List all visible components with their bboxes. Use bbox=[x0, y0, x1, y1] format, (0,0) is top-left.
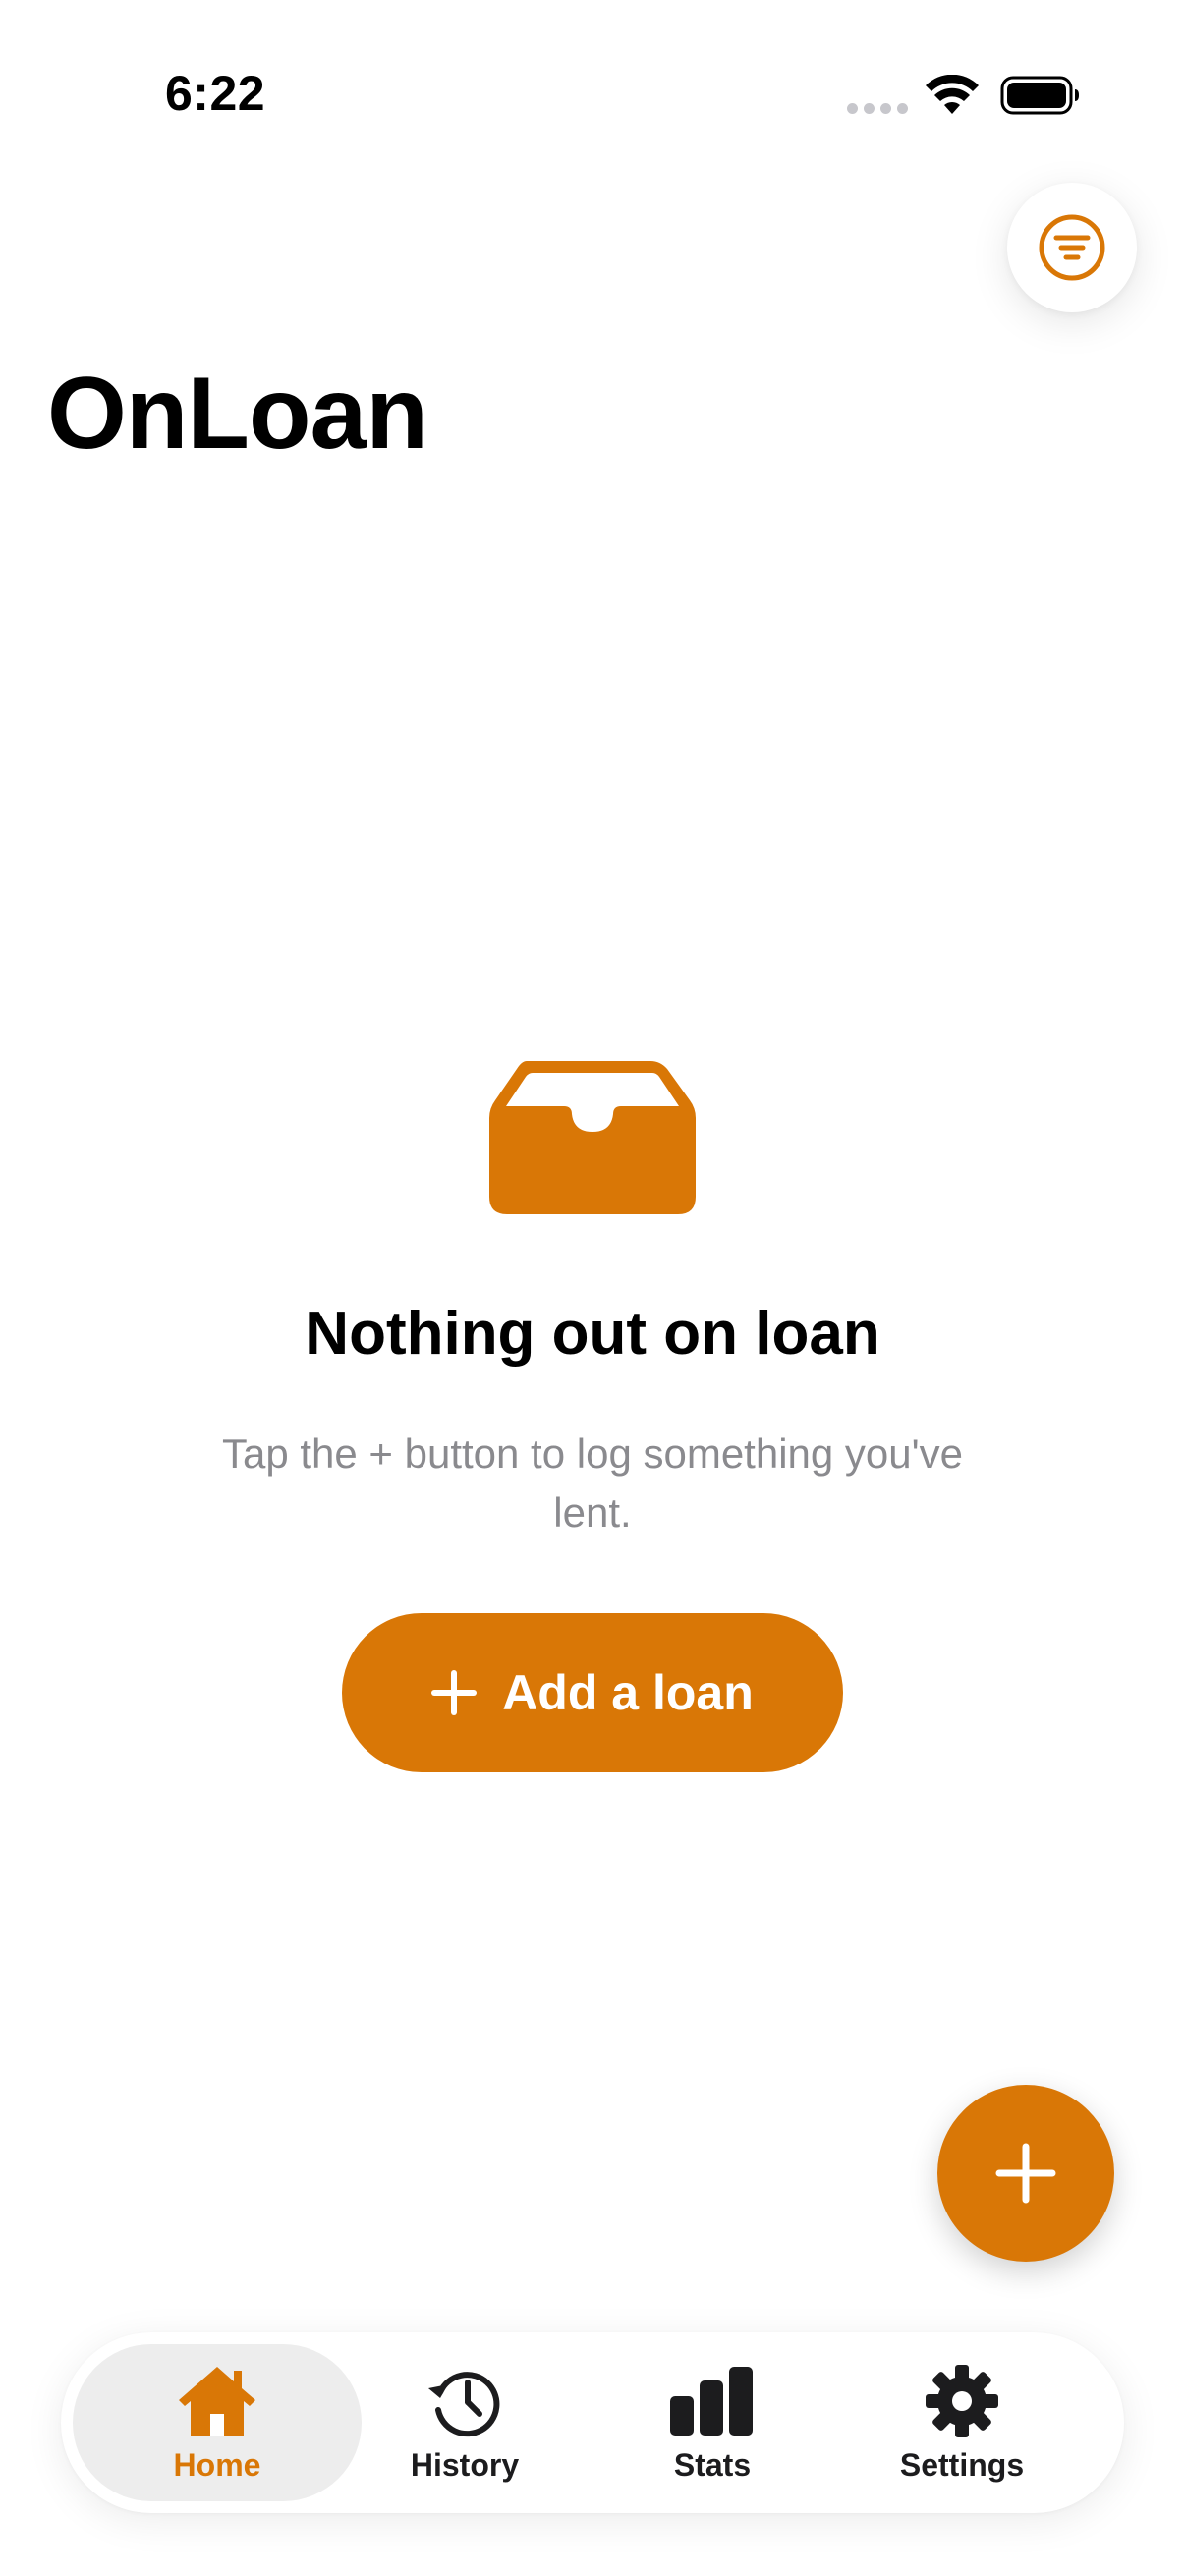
house-icon bbox=[179, 2366, 255, 2436]
empty-state-title: Nothing out on loan bbox=[305, 1300, 880, 1368]
filter-button[interactable] bbox=[1007, 183, 1137, 312]
tab-label: Settings bbox=[899, 2446, 1025, 2483]
empty-state: Nothing out on loan Tap the + button to … bbox=[0, 1061, 1185, 1772]
tab-stats[interactable]: Stats bbox=[568, 2344, 857, 2501]
status-bar: 6:22 bbox=[0, 0, 1185, 147]
status-time: 6:22 bbox=[165, 66, 266, 121]
gear-icon bbox=[926, 2364, 998, 2437]
empty-state-subtitle: Tap the + button to log something you've… bbox=[221, 1430, 964, 1536]
wifi-icon bbox=[926, 75, 979, 114]
bar-chart-icon bbox=[670, 2366, 753, 2436]
tab-history[interactable]: History bbox=[320, 2344, 609, 2501]
plus-icon bbox=[995, 2143, 1056, 2204]
tab-bar: Home History Stats Settings bbox=[61, 2332, 1124, 2513]
cellular-signal-icon bbox=[847, 103, 908, 114]
tab-home[interactable]: Home bbox=[73, 2344, 362, 2501]
tab-label: History bbox=[410, 2446, 520, 2483]
add-loan-button[interactable]: Add a loan bbox=[342, 1613, 843, 1772]
filter-icon bbox=[1039, 214, 1105, 281]
plus-icon bbox=[431, 1670, 478, 1715]
tab-label: Stats bbox=[673, 2446, 752, 2483]
add-floating-button[interactable] bbox=[937, 2085, 1114, 2262]
tab-settings[interactable]: Settings bbox=[818, 2344, 1106, 2501]
tab-label: Home bbox=[173, 2446, 261, 2483]
tray-icon bbox=[489, 1061, 696, 1214]
clock-history-icon bbox=[428, 2371, 500, 2436]
add-loan-button-label: Add a loan bbox=[502, 1665, 754, 1720]
battery-icon bbox=[1000, 76, 1079, 115]
page-title: OnLoan bbox=[47, 357, 428, 471]
